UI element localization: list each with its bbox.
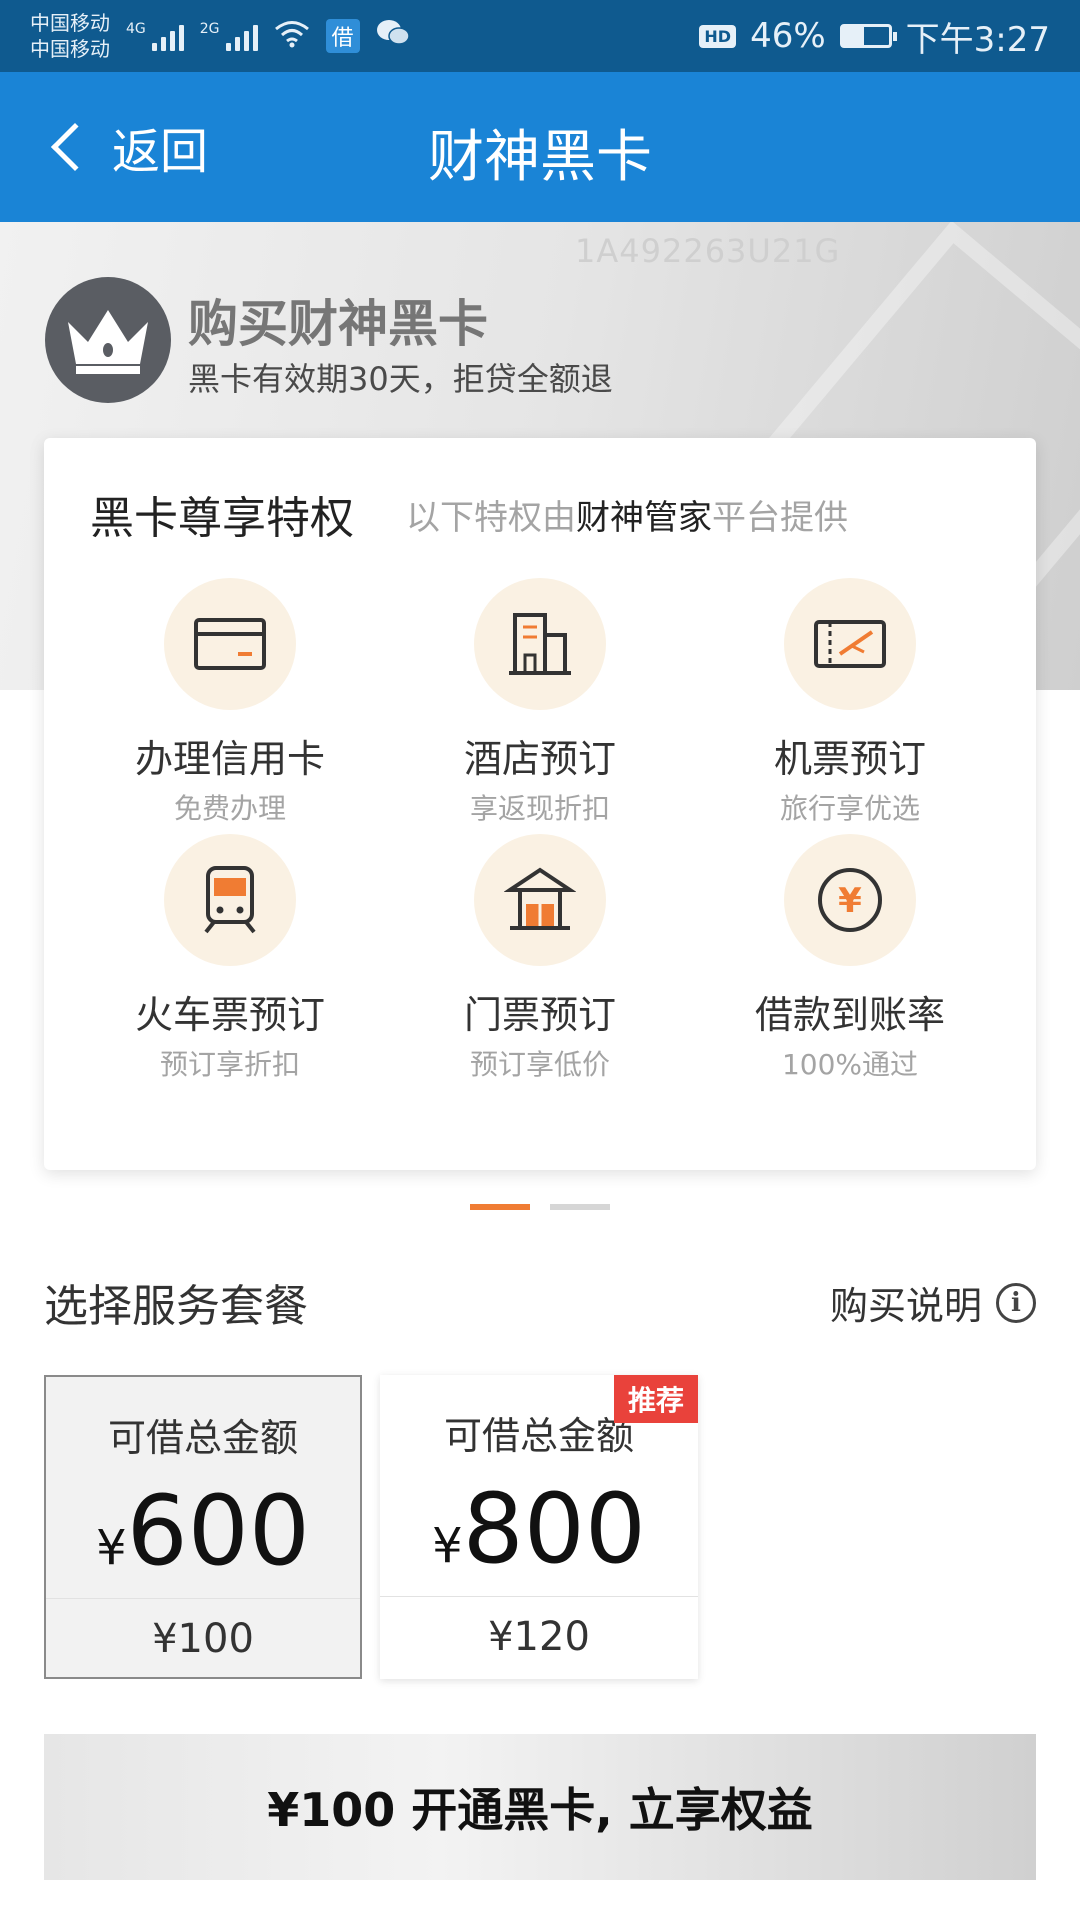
package-option-800[interactable]: 可借总金额 ¥800 ¥120 推荐 xyxy=(380,1375,698,1679)
provider-suffix: 平台提供 xyxy=(712,498,848,538)
pavilion-icon xyxy=(474,834,606,966)
privilege-desc: 100%通过 xyxy=(781,1048,919,1081)
package-top: 可借总金额 ¥600 xyxy=(46,1377,360,1599)
wechat-icon xyxy=(376,18,410,55)
amount-value: 800 xyxy=(462,1473,646,1585)
package-label: 可借总金额 xyxy=(107,1416,298,1460)
privilege-flight[interactable]: 机票预订 旅行享优选 xyxy=(700,578,1000,827)
package-amount: ¥600 xyxy=(46,1476,360,1603)
plane-ticket-icon xyxy=(784,578,916,710)
privileges-card[interactable]: 黑卡尊享特权 以下特权由财神管家平台提供 办理信用卡 免费办理 酒店预订 享返现… xyxy=(44,438,1036,1170)
recommended-badge: 推荐 xyxy=(613,1375,698,1423)
provider-prefix: 以下特权由 xyxy=(406,498,576,538)
battery-icon xyxy=(839,24,897,48)
svg-text:¥: ¥ xyxy=(838,881,862,921)
train-icon xyxy=(164,834,296,966)
privilege-label: 机票预订 xyxy=(773,737,926,781)
hero-subtitle: 黑卡有效期30天，拒贷全额退 xyxy=(188,360,613,398)
network-label-2: 2G xyxy=(199,21,220,37)
privilege-label: 借款到账率 xyxy=(754,993,945,1037)
carousel-indicators xyxy=(470,1204,610,1210)
signal-4g-icon: 4G xyxy=(126,21,184,51)
carrier-bottom: 中国移动 xyxy=(30,37,110,61)
package-price: ¥120 xyxy=(488,1614,590,1660)
privilege-label: 酒店预订 xyxy=(463,737,616,781)
hotel-icon xyxy=(474,578,606,710)
status-bar: 中国移动 中国移动 4G 2G 借 HD 46% 下午3:27 xyxy=(0,0,1080,72)
indicator-active[interactable] xyxy=(470,1204,530,1210)
packages-title: 选择服务套餐 xyxy=(44,1281,308,1332)
status-right: HD 46% 下午3:27 xyxy=(699,12,1050,61)
privilege-label: 门票预订 xyxy=(463,993,616,1037)
privilege-desc: 旅行享优选 xyxy=(779,792,920,825)
privilege-desc: 预订享折扣 xyxy=(159,1048,300,1081)
status-left: 中国移动 中国移动 4G 2G 借 xyxy=(30,10,410,62)
yen-coin-icon: ¥ xyxy=(784,834,916,966)
privilege-label: 火车票预订 xyxy=(134,993,325,1037)
carrier-top: 中国移动 xyxy=(30,11,110,35)
indicator-inactive[interactable] xyxy=(550,1204,610,1210)
package-price: ¥100 xyxy=(152,1616,254,1662)
privilege-desc: 免费办理 xyxy=(173,792,286,825)
privilege-credit-card[interactable]: 办理信用卡 免费办理 xyxy=(80,578,380,827)
amount-value: 600 xyxy=(126,1475,310,1587)
currency-symbol: ¥ xyxy=(96,1520,127,1576)
privilege-ticket[interactable]: 门票预订 预订享低价 xyxy=(390,834,690,1083)
hero-title: 购买财神黑卡 xyxy=(188,295,488,353)
privilege-label: 办理信用卡 xyxy=(134,737,325,781)
network-label-1: 4G xyxy=(126,21,146,37)
privilege-loan-rate[interactable]: ¥ 借款到账率 100%通过 xyxy=(700,834,1000,1083)
wifi-icon xyxy=(274,20,310,52)
instructions-label: 购买说明 xyxy=(829,1284,982,1328)
crown-icon xyxy=(45,277,171,403)
activate-card-button[interactable]: ¥100 开通黑卡, 立享权益 xyxy=(44,1734,1036,1880)
privilege-train[interactable]: 火车票预订 预订享折扣 xyxy=(80,834,380,1083)
currency-symbol: ¥ xyxy=(432,1518,463,1574)
battery-fill xyxy=(842,27,864,45)
carrier-names: 中国移动 中国移动 xyxy=(30,10,110,62)
loan-app-icon: 借 xyxy=(325,19,360,53)
privilege-hotel[interactable]: 酒店预订 享返现折扣 xyxy=(390,578,690,827)
clock: 下午3:27 xyxy=(905,19,1050,60)
hd-badge: HD xyxy=(699,24,737,48)
package-option-600[interactable]: 可借总金额 ¥600 ¥100 xyxy=(44,1375,362,1679)
info-icon: i xyxy=(996,1282,1036,1323)
watermark-code: 1A492263U21G xyxy=(575,232,841,270)
nav-bar: 返回 财神黑卡 xyxy=(0,72,1080,222)
privileges-provider: 以下特权由财神管家平台提供 xyxy=(406,490,848,539)
battery-percent: 46% xyxy=(750,16,826,56)
privilege-desc: 预订享低价 xyxy=(469,1048,610,1081)
signal-2g-icon: 2G xyxy=(200,21,258,51)
page-title: 财神黑卡 xyxy=(428,125,652,190)
credit-card-icon xyxy=(164,578,296,710)
package-amount: ¥800 xyxy=(380,1474,698,1601)
privileges-title: 黑卡尊享特权 xyxy=(90,493,354,544)
provider-brand: 财神管家 xyxy=(576,498,712,538)
purchase-instructions-link[interactable]: 购买说明 i xyxy=(830,1275,1036,1330)
privilege-desc: 享返现折扣 xyxy=(469,792,610,825)
